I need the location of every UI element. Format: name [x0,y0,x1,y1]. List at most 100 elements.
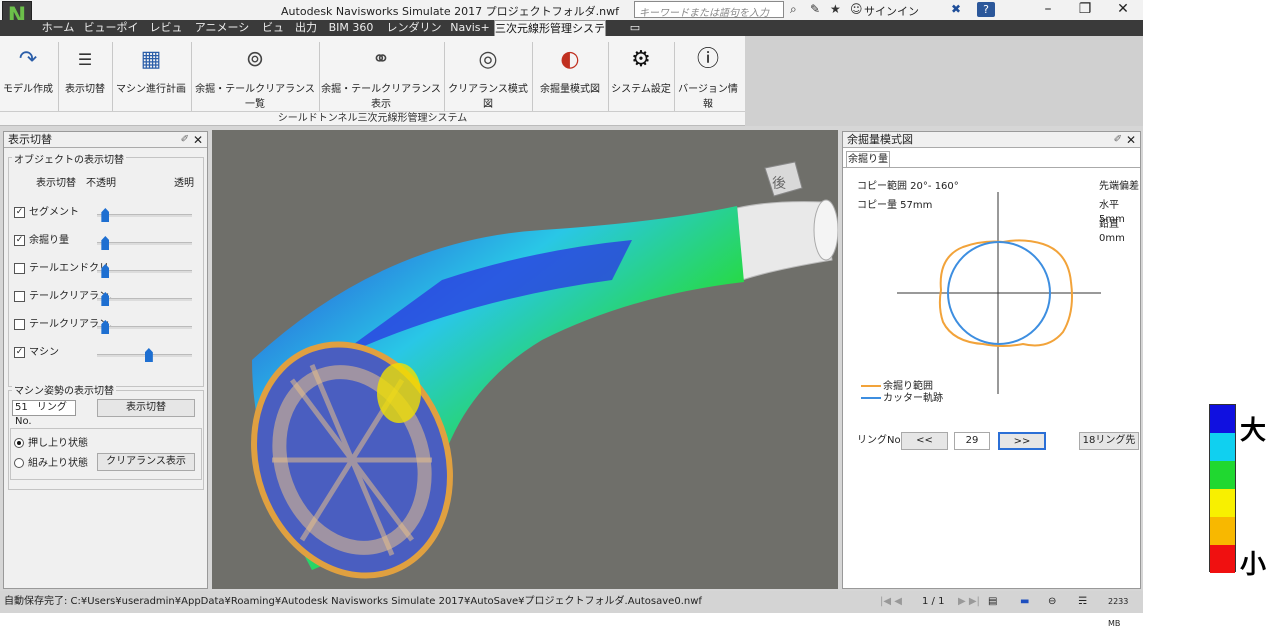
display-toggle-panel: 表示切替 ✐ ✕ オブジェクトの表示切替 表示切替 不透明 透明 ✓ セグメント ✓… [3,131,208,589]
overcut-display-icon: ⚭ [371,47,391,72]
legend-swatch [1210,517,1235,545]
ribbon-panel: ↷ モデル作成 ☰ 表示切替 ▦ マシン進行計画 ⊚ 余掘・テールクリアランス一… [0,36,745,126]
user-icon[interactable]: ☺ [850,2,863,16]
viewcube[interactable]: 後 [764,161,803,197]
version-info-button[interactable]: ⓘ バージョン情報 [676,42,740,112]
radio-push-icon[interactable] [14,438,24,448]
object-toggle-row[interactable]: ✓ 余掘り量 [14,234,69,248]
close-icon[interactable]: ✕ [1126,132,1136,148]
tab-viewpoint[interactable]: ビューポイント [80,20,142,50]
clearance-diagram-icon: ◎ [478,47,498,72]
video-icon[interactable]: ▭ [625,20,645,36]
nav-last-icon[interactable]: ▶ ▶| [958,591,980,613]
radio-push-state[interactable]: 押し上り状態 [14,437,88,451]
toggle-display-button[interactable]: 表示切替 [97,399,195,417]
prev-ring-button[interactable]: << [901,432,948,450]
sheet-list-icon[interactable]: ▤ [988,591,997,613]
minimize-button[interactable]: – [1033,0,1063,20]
object-toggle-row[interactable]: ✓ セグメント [14,206,79,220]
navisworks-window: N Autodesk Navisworks Simulate 2017 プロジェ… [0,0,1143,628]
overcut-diagram-panel: 余掘量模式図 ✐ ✕ 余掘り量 コピー範囲 20°- 160° コピー量 57m… [842,131,1141,589]
display-toggle-button[interactable]: ☰ 表示切替 [60,42,110,112]
maximize-button[interactable]: ❐ [1070,0,1100,20]
radio-assembled-state[interactable]: 組み上り状態 [14,457,88,471]
ribbon-separator [58,42,59,112]
visibility-checkbox[interactable]: ✓ [14,234,25,246]
radio-push-label: 押し上り状態 [28,438,88,449]
overcut-list-button[interactable]: ⊚ 余掘・テールクリアランス一覧 [193,42,317,112]
tab-bim360[interactable]: BIM 360 [324,20,378,36]
tab-animation[interactable]: アニメーション [190,20,254,50]
3d-viewport[interactable]: 後 [212,130,839,589]
overcut-list-label: 余掘・テールクリアランス一覧 [195,84,315,110]
overcut-list-icon: ⊚ [245,47,265,72]
visibility-checkbox[interactable]: ✓ [14,346,25,358]
search-input[interactable]: キーワードまたは語句を入力 [634,1,784,19]
communication-icon[interactable]: ✎ [810,2,820,16]
visibility-checkbox[interactable] [14,318,25,330]
transparency-slider[interactable] [97,208,192,222]
signin-link[interactable]: サインイン [864,3,919,19]
model-create-icon: ↷ [18,47,38,72]
tab-home[interactable]: ホーム [38,20,78,36]
tab-output[interactable]: 出力 [292,20,320,36]
transparency-slider[interactable] [97,264,192,278]
transparency-slider[interactable] [97,236,192,250]
status-bar: 自動保存完了: C:¥Users¥useradmin¥AppData¥Roami… [0,591,1143,628]
ribbon-separator [112,42,113,112]
transparency-slider[interactable] [97,348,192,362]
object-toggle-row[interactable]: テールエンドクリ [14,262,109,276]
nav-first-icon[interactable]: |◀ ◀ [880,591,902,613]
overcut-diagram-button[interactable]: ◐ 余掘量模式図 [534,42,606,112]
tab-navis-plus[interactable]: Navis+ [450,20,490,36]
radio-assembled-icon[interactable] [14,458,24,468]
help-icon[interactable]: ? [977,2,995,17]
ring-ahead-button[interactable]: 18リング先 [1079,432,1139,450]
overcut-display-button[interactable]: ⚭ 余掘・テールクリアランス表示 [321,42,441,112]
close-button[interactable]: ✕ [1108,0,1138,20]
machine-plan-icon: ▦ [140,47,162,72]
panel-header: 余掘量模式図 ✐ ✕ [843,132,1140,148]
ring-number-field[interactable]: 29 [954,432,990,450]
transparency-slider[interactable] [97,320,192,334]
object-label: 余掘り量 [29,235,69,246]
radio-assembled-label: 組み上り状態 [28,458,88,469]
close-icon[interactable]: ✕ [193,132,203,148]
visibility-checkbox[interactable] [14,290,25,302]
ring-number-input[interactable]: 51 リングNo. [12,400,76,427]
tab-divider [843,167,1140,168]
visibility-checkbox[interactable] [14,262,25,274]
clearance-diagram-button[interactable]: ◎ クリアランス模式図 [446,42,530,112]
tab-linear-management[interactable]: 三次元線形管理システム [494,20,606,51]
next-ring-button[interactable]: >> [998,432,1046,450]
legend-cutter-label: カッター軌跡 [883,393,943,404]
visibility-checkbox[interactable]: ✓ [14,206,25,218]
binoculars-icon[interactable]: ⌕ [790,2,797,17]
system-settings-button[interactable]: ⚙ システム設定 [610,42,672,112]
machine-group-title: マシン姿勢の表示切替 [12,382,116,397]
clearance-display-button[interactable]: クリアランス表示 [97,453,195,471]
transparency-slider[interactable] [97,292,192,306]
machine-plan-button[interactable]: ▦ マシン進行計画 [114,42,188,112]
clearance-diagram-label: クリアランス模式図 [448,84,528,110]
pin-icon[interactable]: ✐ [181,132,189,148]
object-toggle-row[interactable]: ✓ マシン [14,346,59,360]
favorites-star-icon[interactable]: ★ [830,2,841,16]
viewcube-face-label: 後 [772,176,786,192]
model-create-button[interactable]: ↷ モデル作成 [2,42,54,112]
ribbon-group-label: シールドトンネル三次元線形管理システム [0,111,745,125]
ring-number-label: リングNo. [857,435,904,446]
tab-view[interactable]: ビュー [258,20,288,50]
tab-overcut-amount[interactable]: 余掘り量 [846,151,890,167]
legend-swatch [1210,433,1235,461]
ring-number-value: 51 [15,402,28,413]
object-toggle-row[interactable]: テールクリアラン. [14,318,112,332]
panel-title: 余掘量模式図 [847,133,913,146]
tab-rendering[interactable]: レンダリング [382,20,446,50]
col-toggle-label: 表示切替 [36,178,76,189]
pin-icon[interactable]: ✐ [1114,132,1122,148]
object-toggle-row[interactable]: テールクリアラン. [14,290,112,304]
tab-review[interactable]: レビュー [146,20,186,50]
autosave-status: 自動保存完了: C:¥Users¥useradmin¥AppData¥Roami… [4,596,702,607]
exchange-icon[interactable]: ✖ [951,2,961,16]
